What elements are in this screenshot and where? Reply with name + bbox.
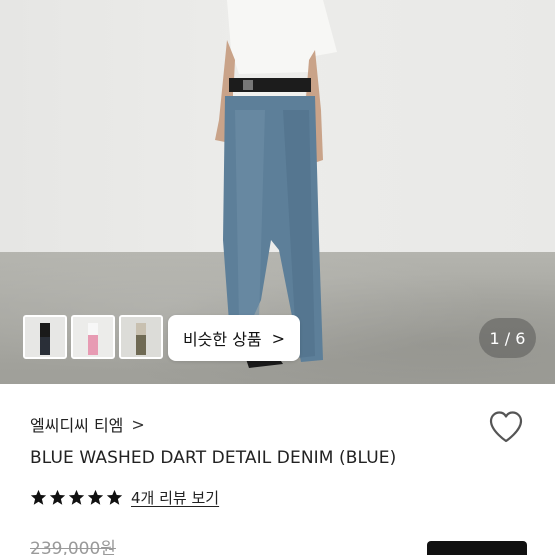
heart-icon[interactable]	[488, 410, 524, 444]
product-info-section: 엘씨디씨 티엠 > BLUE WASHED DART DETAIL DENIM …	[0, 384, 555, 555]
star-icon	[106, 489, 123, 505]
brand-name: 엘씨디씨 티엠	[30, 416, 124, 435]
thumbnail-3[interactable]	[119, 315, 163, 359]
star-icon	[49, 489, 66, 505]
thumbnail-olive-pants-image	[121, 317, 161, 357]
product-image-gallery[interactable]: 비슷한 상품 > 1 / 6	[0, 0, 555, 384]
star-icon	[87, 489, 104, 505]
product-title: BLUE WASHED DART DETAIL DENIM (BLUE)	[30, 448, 397, 468]
similar-products-label: 비슷한 상품	[182, 330, 262, 349]
star-icon	[68, 489, 85, 505]
reviews-link[interactable]: 4개 리뷰 보기	[131, 487, 219, 508]
rating-stars	[30, 489, 123, 506]
thumbnail-strip	[23, 315, 163, 359]
purchase-button[interactable]	[427, 541, 527, 555]
star-icon	[30, 489, 47, 505]
brand-link[interactable]: 엘씨디씨 티엠 >	[30, 412, 145, 436]
thumbnail-1[interactable]	[23, 315, 67, 359]
thumbnail-2[interactable]	[71, 315, 115, 359]
similar-products-button[interactable]: 비슷한 상품 >	[168, 315, 300, 361]
original-price: 239,000원	[30, 539, 116, 555]
image-counter: 1 / 6	[479, 318, 536, 358]
rating-row: 4개 리뷰 보기	[30, 487, 219, 508]
thumbnail-black-outfit-image	[25, 317, 65, 357]
chevron-right-icon: >	[131, 414, 145, 434]
thumbnail-pink-pants-image	[73, 317, 113, 357]
chevron-right-icon: >	[271, 328, 286, 348]
